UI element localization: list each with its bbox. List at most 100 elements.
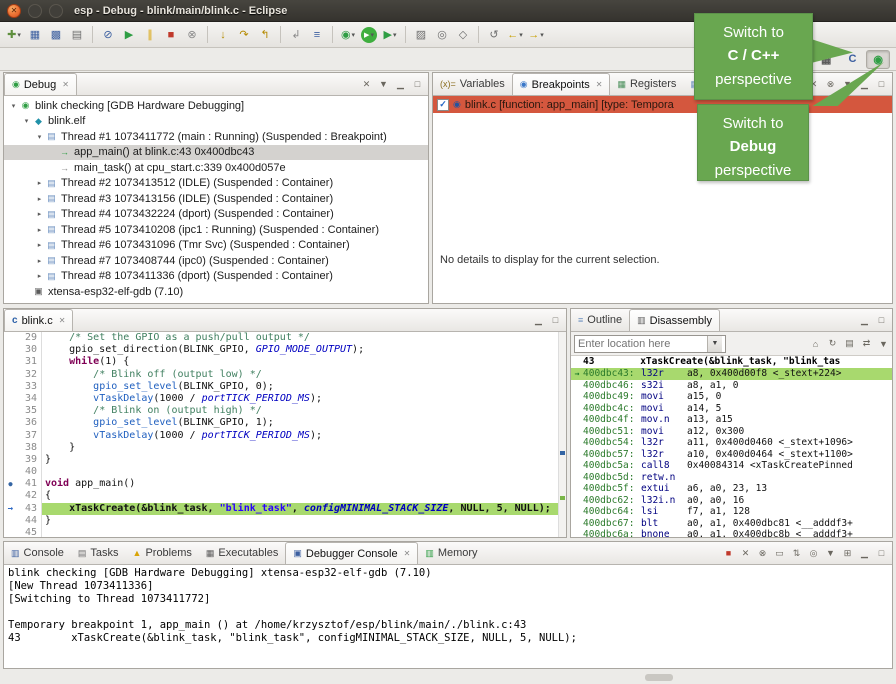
console-tab-problems[interactable]: ▲Problems [126,542,199,564]
collapse-icon[interactable]: ▾ [21,117,32,125]
code-line-45[interactable]: 45 [4,527,566,537]
line-number[interactable]: 31 [17,356,42,368]
breakpoint-checkbox[interactable]: ✓ [437,99,449,111]
build-all-button[interactable]: ▨ [411,24,431,45]
window-maximize-button[interactable] [49,4,63,18]
line-number[interactable]: 42 [17,490,42,502]
remove-launch-button[interactable]: ✕ [740,548,751,559]
code-line-29[interactable]: 29 /* Set the GPIO as a push/pull output… [4,332,566,344]
debug-tree-item[interactable]: ▾◆blink.elf [4,114,428,130]
debug-tree-item[interactable]: ▣xtensa-esp32-elf-gdb (7.10) [4,284,428,300]
debug-tree-item[interactable]: ▸▤Thread #5 1073410208 (ipc1 : Running) … [4,222,428,238]
code-text[interactable]: } [42,515,566,527]
expand-icon[interactable]: ▸ [34,226,45,234]
drop-to-frame-button[interactable]: ↲ [286,24,306,45]
line-number[interactable]: 36 [17,417,42,429]
code-text[interactable]: /* Blink off (output low) */ [42,369,566,381]
expand-icon[interactable]: ▸ [34,272,45,280]
debug-tree-item[interactable]: ▾▤Thread #1 1073411772 (main : Running) … [4,129,428,145]
code-text[interactable]: { [42,490,566,502]
code-text[interactable]: } [42,442,566,454]
disassembly-menu-button[interactable]: ▼ [878,338,889,349]
window-close-button[interactable]: ✕ [7,4,21,18]
breakpoints-tab-registers[interactable]: ▦Registers [610,73,683,95]
line-number[interactable]: 35 [17,405,42,417]
debug-tree-item[interactable]: →main_task() at cpu_start.c:339 0x400d05… [4,160,428,176]
debug-tree-item[interactable]: ▸▤Thread #3 1073413156 (IDLE) (Suspended… [4,191,428,207]
instruction-pointer-icon[interactable]: → [4,503,17,515]
code-line-42[interactable]: 42{ [4,490,566,502]
code-text[interactable]: gpio_set_direction(BLINK_GPIO, GPIO_MODE… [42,344,566,356]
step-over-button[interactable]: ↷ [234,24,254,45]
instruction-stepping-button[interactable]: ≡ [307,24,327,45]
show-source-button[interactable]: ▤ [844,338,855,349]
tab-blink-c[interactable]: c blink.c ✕ [4,309,73,331]
debug-tree-item[interactable]: ▸▤Thread #4 1073432224 (dport) (Suspende… [4,207,428,223]
code-line-35[interactable]: 35 /* Blink on (output high) */ [4,405,566,417]
code-text[interactable]: } [42,454,566,466]
remove-all-terminated-button[interactable]: ✕ [361,79,372,90]
sync-selection-button[interactable]: ⇄ [861,338,872,349]
code-text[interactable]: while(1) { [42,356,566,368]
new-wizard-button[interactable]: ✚▾ [4,24,24,45]
expand-icon[interactable]: ▸ [34,179,45,187]
line-number[interactable]: 44 [17,515,42,527]
code-line-38[interactable]: 38 } [4,442,566,454]
console-tab-tasks[interactable]: ▤Tasks [71,542,126,564]
print-button[interactable]: ▤ [67,24,87,45]
tab-debug[interactable]: ◉ Debug ✕ [4,73,77,95]
disassembly-row[interactable]: →400dbc43:l32ra8, 0x400d00f8 <_stext+224… [571,368,892,380]
line-number[interactable]: 37 [17,430,42,442]
debug-tree-item[interactable]: ▸▤Thread #6 1073431096 (Tmr Svc) (Suspen… [4,238,428,254]
window-minimize-button[interactable] [28,4,42,18]
clear-console-button[interactable]: ▭ [774,548,785,559]
minimize-button[interactable]: ▁ [859,548,870,559]
code-line-43[interactable]: →43 xTaskCreate(&blink_task, "blink_task… [4,503,566,515]
close-icon[interactable]: ✕ [596,80,603,89]
overview-marker-current-line[interactable] [560,496,565,500]
disassembly-row[interactable]: 400dbc5a:call80x40084314 <xTaskCreatePin… [571,460,892,472]
collapse-icon[interactable]: ▾ [34,133,45,141]
location-input[interactable] [575,338,707,350]
line-number[interactable]: 29 [17,332,42,344]
line-number[interactable]: 38 [17,442,42,454]
expand-icon[interactable]: ▸ [34,241,45,249]
console-tab-debugger-console[interactable]: ▣Debugger Console✕ [285,542,418,564]
collapse-icon[interactable]: ▾ [8,102,19,110]
code-line-34[interactable]: 34 vTaskDelay(1000 / portTICK_PERIOD_MS)… [4,393,566,405]
code-text[interactable]: void app_main() [42,478,566,490]
code-line-44[interactable]: 44} [4,515,566,527]
line-number[interactable]: 32 [17,369,42,381]
search-button[interactable]: ◎ [432,24,452,45]
close-icon[interactable]: ✕ [59,316,66,325]
home-button[interactable]: ⌂ [810,338,821,349]
minimize-button[interactable]: ▁ [395,79,406,90]
terminate-button[interactable]: ■ [161,24,181,45]
code-text[interactable]: gpio_set_level(BLINK_GPIO, 1); [42,417,566,429]
expand-icon[interactable]: ▸ [34,257,45,265]
disassembly-row[interactable]: 400dbc57:l32ra10, 0x400d0464 <_stext+110… [571,449,892,461]
line-number[interactable]: 43 [17,503,42,515]
code-line-40[interactable]: 40 [4,466,566,478]
remove-all-breakpoints-button[interactable]: ⊗ [825,79,836,90]
expand-icon[interactable]: ▸ [34,195,45,203]
refresh-button[interactable]: ↻ [827,338,838,349]
line-number[interactable]: 45 [17,527,42,537]
external-tools-button[interactable]: ▶▾ [380,24,400,45]
console-tab-console[interactable]: ▥Console [4,542,71,564]
combo-dropdown-icon[interactable]: ▼ [707,336,722,352]
line-number[interactable]: 41 [17,478,42,490]
terminate-button[interactable]: ■ [723,548,734,558]
last-edit-location-button[interactable]: ↺ [484,24,504,45]
breakpoints-tab-variables[interactable]: (x)=Variables [433,73,512,95]
overview-marker-breakpoint[interactable] [560,451,565,455]
disassembly-row[interactable]: 400dbc4f:mov.na13, a15 [571,414,892,426]
save-button[interactable]: ▦ [25,24,45,45]
line-number[interactable]: 34 [17,393,42,405]
line-number[interactable]: 33 [17,381,42,393]
disassembly-row[interactable]: 400dbc49:movia15, 0 [571,391,892,403]
disassembly-row[interactable]: 400dbc5f:extuia6, a0, 23, 13 [571,483,892,495]
maximize-button[interactable]: □ [876,79,887,89]
code-line-31[interactable]: 31 while(1) { [4,356,566,368]
debug-tree-item[interactable]: ▾◉blink checking [GDB Hardware Debugging… [4,98,428,114]
